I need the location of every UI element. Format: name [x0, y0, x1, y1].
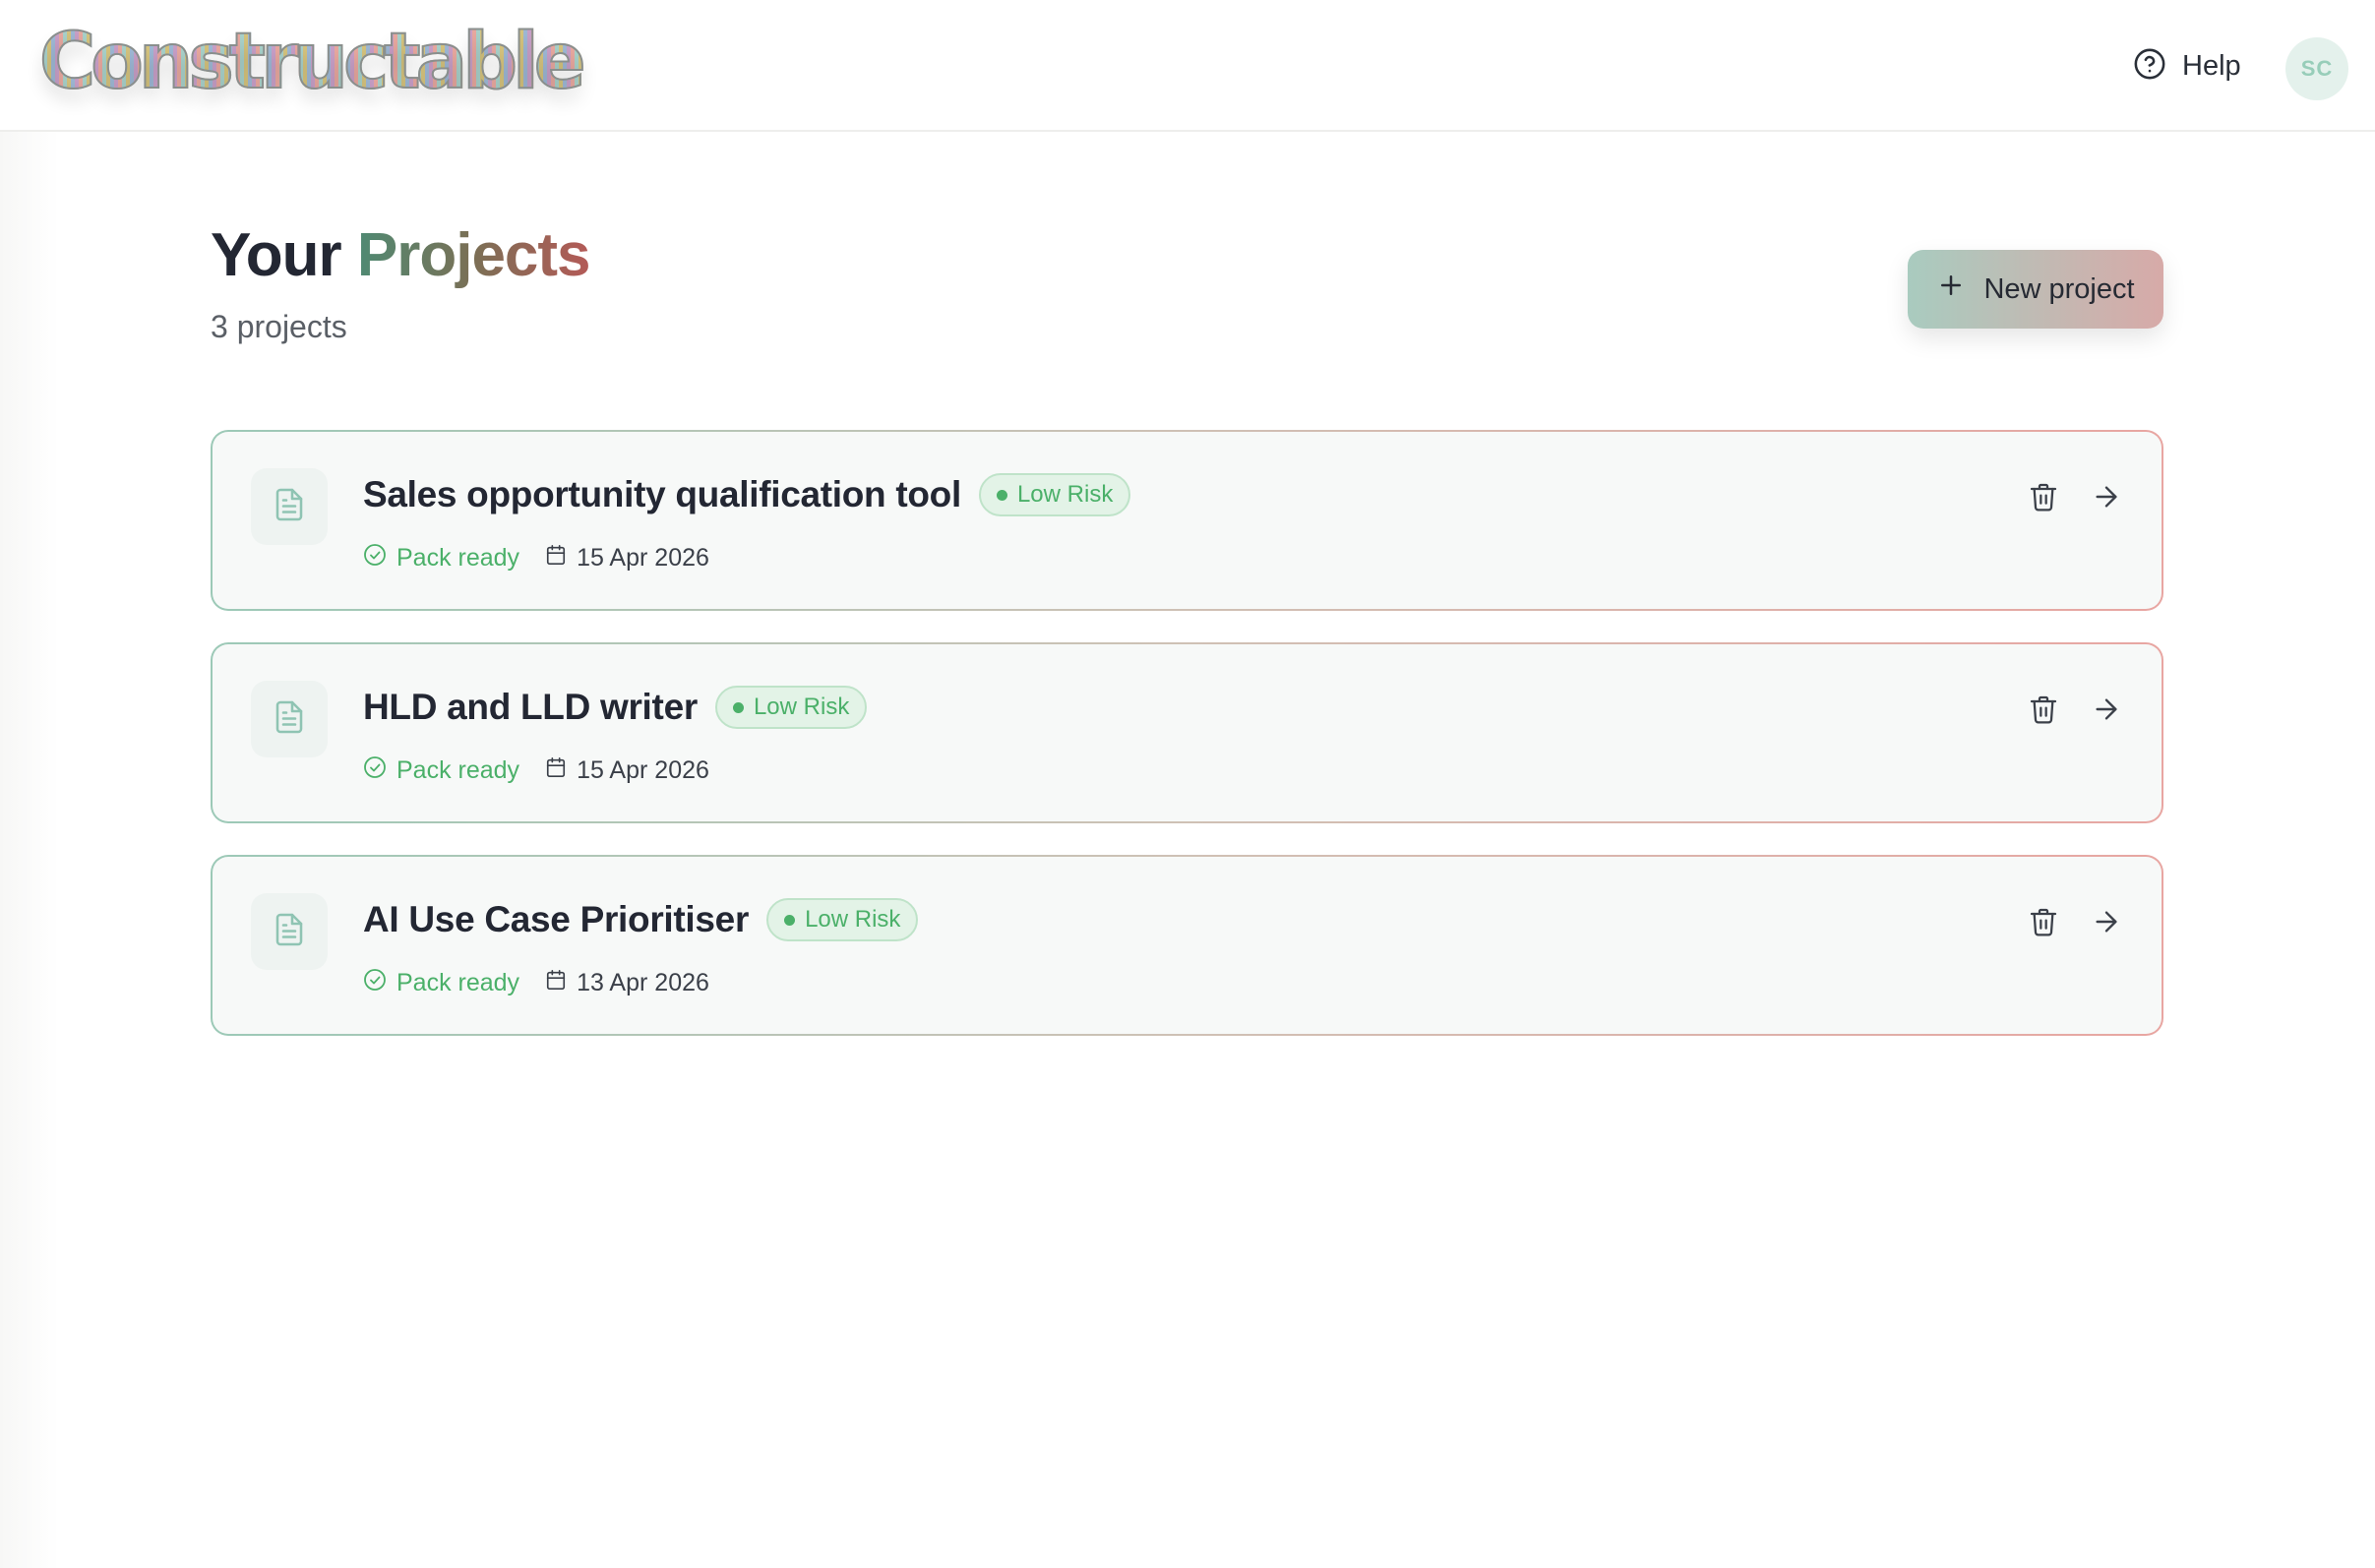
- delete-project-button[interactable]: [2028, 695, 2059, 727]
- risk-badge: Low Risk: [766, 898, 919, 941]
- risk-dot-icon: [784, 914, 796, 926]
- project-date: 13 Apr 2026: [545, 969, 709, 997]
- open-project-button[interactable]: [2091, 908, 2122, 939]
- arrow-right-icon: [2091, 694, 2122, 730]
- date-label: 15 Apr 2026: [577, 755, 709, 784]
- project-icon-tile: [251, 893, 328, 970]
- risk-label: Low Risk: [753, 694, 850, 720]
- project-status: Pack ready: [363, 755, 519, 786]
- plus-icon: [1936, 271, 1966, 308]
- project-title-row: Sales opportunity qualification tool Low…: [363, 469, 1131, 520]
- trash-icon: [2028, 694, 2059, 730]
- project-status: Pack ready: [363, 968, 519, 998]
- project-count: 3 projects: [211, 309, 347, 344]
- calendar-icon: [545, 544, 567, 573]
- risk-dot-icon: [996, 489, 1007, 501]
- delete-project-button[interactable]: [2028, 483, 2059, 514]
- help-label: Help: [2182, 49, 2241, 82]
- check-circle-icon: [363, 543, 387, 573]
- project-actions: [2028, 695, 2122, 727]
- open-project-button[interactable]: [2091, 483, 2122, 514]
- risk-dot-icon: [732, 701, 744, 713]
- project-date: 15 Apr 2026: [545, 544, 709, 573]
- delete-project-button[interactable]: [2028, 908, 2059, 939]
- project-title-row: AI Use Case Prioritiser Low Risk: [363, 894, 919, 945]
- document-icon: [272, 912, 307, 952]
- project-title[interactable]: AI Use Case Prioritiser: [363, 899, 749, 940]
- page-title: Your Projects: [211, 221, 591, 289]
- user-avatar[interactable]: SC: [2285, 37, 2348, 100]
- project-card[interactable]: Sales opportunity qualification tool Low…: [211, 430, 2163, 611]
- logo-wordmark: Constructable: [38, 18, 587, 106]
- project-title[interactable]: Sales opportunity qualification tool: [363, 474, 961, 515]
- new-project-label: New project: [1983, 272, 2135, 305]
- status-label: Pack ready: [396, 755, 520, 784]
- help-button[interactable]: Help: [2133, 46, 2241, 86]
- calendar-icon: [545, 969, 567, 997]
- project-status: Pack ready: [363, 543, 519, 573]
- project-meta: Pack ready 15 Apr 2026: [363, 753, 709, 788]
- project-actions: [2028, 483, 2122, 514]
- date-label: 15 Apr 2026: [577, 543, 709, 572]
- project-meta: Pack ready 13 Apr 2026: [363, 965, 709, 1000]
- check-circle-icon: [363, 968, 387, 998]
- document-icon: [272, 487, 307, 527]
- arrow-right-icon: [2091, 906, 2122, 942]
- app-logo[interactable]: Constructable: [38, 18, 587, 106]
- trash-icon: [2028, 906, 2059, 942]
- trash-icon: [2028, 481, 2059, 517]
- project-meta: Pack ready 15 Apr 2026: [363, 540, 709, 575]
- risk-label: Low Risk: [1016, 481, 1114, 508]
- project-actions: [2028, 908, 2122, 939]
- page-background-tint: [0, 0, 59, 1568]
- project-title-row: HLD and LLD writer Low Risk: [363, 682, 868, 733]
- project-icon-tile: [251, 468, 328, 545]
- page-title-part-1: Your: [211, 221, 342, 289]
- arrow-right-icon: [2091, 481, 2122, 517]
- project-date: 15 Apr 2026: [545, 756, 709, 785]
- help-circle-icon: [2133, 47, 2166, 86]
- risk-label: Low Risk: [805, 906, 901, 933]
- project-title[interactable]: HLD and LLD writer: [363, 687, 698, 728]
- project-list: Sales opportunity qualification tool Low…: [211, 430, 2163, 1067]
- open-project-button[interactable]: [2091, 695, 2122, 727]
- check-circle-icon: [363, 755, 387, 786]
- top-header: Constructable Help SC: [0, 0, 2375, 132]
- project-icon-tile: [251, 681, 328, 757]
- page-title-part-2: Projects: [356, 221, 591, 289]
- date-label: 13 Apr 2026: [577, 968, 709, 996]
- status-label: Pack ready: [396, 543, 520, 572]
- risk-badge: Low Risk: [978, 473, 1131, 516]
- new-project-button[interactable]: New project: [1908, 250, 2163, 329]
- risk-badge: Low Risk: [714, 686, 868, 729]
- calendar-icon: [545, 756, 567, 785]
- project-card[interactable]: AI Use Case Prioritiser Low Risk Pack re…: [211, 855, 2163, 1036]
- status-label: Pack ready: [396, 968, 520, 996]
- project-card[interactable]: HLD and LLD writer Low Risk Pack ready 1…: [211, 642, 2163, 823]
- document-icon: [272, 699, 307, 740]
